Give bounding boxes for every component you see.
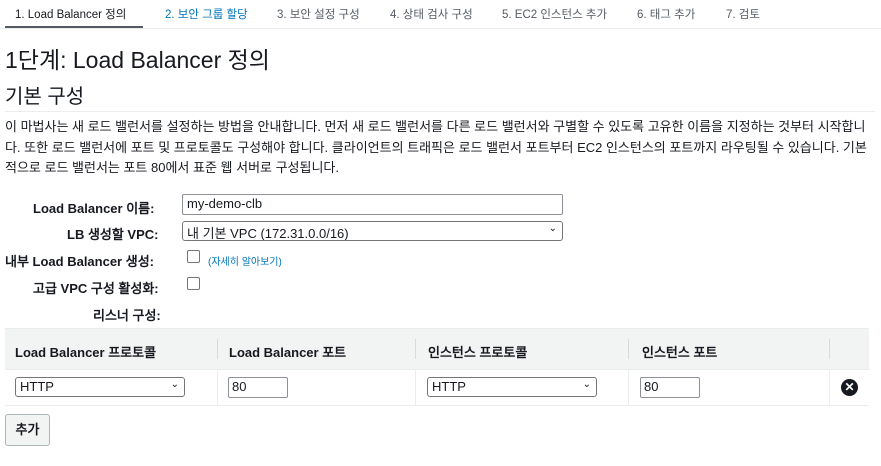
chevron-down-icon: ⌄ xyxy=(548,223,557,234)
column-divider xyxy=(829,339,830,359)
column-divider xyxy=(628,369,629,405)
step-5-add-ec2-instances[interactable]: 5. EC2 인스턴스 추가 xyxy=(502,6,607,22)
column-divider xyxy=(415,369,416,405)
lb-port-input[interactable]: 80 xyxy=(228,377,288,398)
section-divider xyxy=(5,111,875,112)
load-balancer-name-input[interactable]: my-demo-clb xyxy=(182,194,563,215)
step-2-assign-security-groups[interactable]: 2. 보안 그룹 할당 xyxy=(165,6,248,22)
internal-load-balancer-label: 내부 Load Balancer 생성: xyxy=(5,254,154,269)
internal-load-balancer-checkbox[interactable] xyxy=(187,250,200,263)
column-divider xyxy=(217,339,218,359)
lb-protocol-select[interactable]: HTTP ⌄ xyxy=(15,377,185,397)
vpc-select-value: 내 기본 VPC (172.31.0.0/16) xyxy=(187,226,349,241)
header-instance-port: 인스턴스 포트 xyxy=(642,345,718,360)
step-1-define-load-balancer[interactable]: 1. Load Balancer 정의 xyxy=(15,6,126,22)
load-balancer-name-label: Load Balancer 이름: xyxy=(33,201,155,216)
column-divider xyxy=(415,339,416,359)
chevron-down-icon: ⌄ xyxy=(582,379,591,390)
chevron-down-icon: ⌄ xyxy=(170,379,179,390)
active-step-indicator xyxy=(5,26,143,28)
instance-protocol-select[interactable]: HTTP ⌄ xyxy=(427,377,597,397)
vpc-label: LB 생성할 VPC: xyxy=(67,227,159,242)
remove-listener-close-icon[interactable]: ✕ xyxy=(841,379,858,396)
page-title: 1단계: Load Balancer 정의 xyxy=(5,47,270,73)
step-4-configure-health-check[interactable]: 4. 상태 검사 구성 xyxy=(390,6,473,22)
lb-protocol-value: HTTP xyxy=(20,379,54,394)
listener-table-header: Load Balancer 프로토콜 Load Balancer 포트 인스턴스… xyxy=(5,328,869,370)
header-instance-protocol: 인스턴스 프로토콜 xyxy=(428,345,528,360)
column-divider xyxy=(628,339,629,359)
header-lb-protocol: Load Balancer 프로토콜 xyxy=(15,345,157,360)
wizard-steps: 1. Load Balancer 정의 2. 보안 그룹 할당 3. 보안 설정… xyxy=(0,0,881,29)
advanced-vpc-label: 고급 VPC 구성 활성화: xyxy=(33,281,159,296)
step-3-configure-security-settings[interactable]: 3. 보안 설정 구성 xyxy=(277,6,360,22)
listener-config-label: 리스너 구성: xyxy=(93,308,161,323)
advanced-vpc-checkbox[interactable] xyxy=(187,277,200,290)
vpc-select[interactable]: 내 기본 VPC (172.31.0.0/16) ⌄ xyxy=(182,221,563,241)
header-lb-port: Load Balancer 포트 xyxy=(229,345,347,360)
column-divider xyxy=(829,369,830,405)
wizard-description: 이 마법사는 새 로드 밸런서를 설정하는 방법을 안내합니다. 먼저 새 로드… xyxy=(5,119,867,175)
listener-row: HTTP ⌄ 80 HTTP ⌄ 80 ✕ xyxy=(5,369,869,406)
column-divider xyxy=(217,369,218,405)
section-title: 기본 구성 xyxy=(5,86,85,108)
step-6-add-tags[interactable]: 6. 태그 추가 xyxy=(637,6,695,22)
instance-port-input[interactable]: 80 xyxy=(640,377,700,398)
learn-more-link[interactable]: (자세히 알아보기) xyxy=(208,253,282,268)
instance-protocol-value: HTTP xyxy=(432,379,466,394)
add-listener-button[interactable]: 추가 xyxy=(5,414,50,446)
step-7-review[interactable]: 7. 검토 xyxy=(726,6,760,22)
